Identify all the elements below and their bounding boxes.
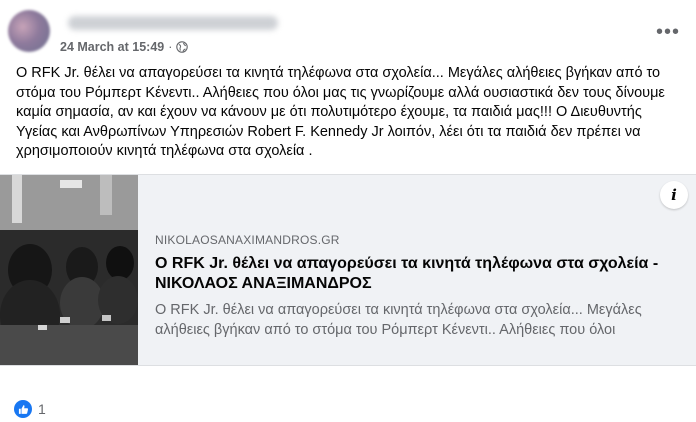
post-timestamp[interactable]: 24 March at 15:49 <box>60 40 164 54</box>
reaction-count[interactable]: 1 <box>38 401 46 417</box>
link-thumbnail[interactable] <box>0 175 138 365</box>
post-header: 24 March at 15:49 · <box>8 10 688 56</box>
link-card-body[interactable]: NIKOLAOSANAXIMANDROS.GR Ο RFK Jr. θέλει … <box>155 233 680 340</box>
reactions-summary[interactable]: 1 <box>14 400 46 418</box>
globe-icon[interactable] <box>176 41 189 53</box>
meta-separator: · <box>168 40 173 54</box>
facebook-post: 24 March at 15:49 · ••• Ο RFK Jr. θέλει … <box>0 0 696 422</box>
link-domain: NIKOLAOSANAXIMANDROS.GR <box>155 233 340 247</box>
more-options-button[interactable]: ••• <box>654 20 682 44</box>
link-description: Ο RFK Jr. θέλει να απαγορεύσει τα κινητά… <box>155 302 642 338</box>
avatar[interactable] <box>8 10 50 52</box>
link-title[interactable]: Ο RFK Jr. θέλει να απαγορεύσει τα κινητά… <box>155 254 680 294</box>
thumbnail-image <box>0 175 138 365</box>
like-icon <box>14 400 32 418</box>
more-options-icon: ••• <box>655 21 680 43</box>
link-preview-card[interactable]: NIKOLAOSANAXIMANDROS.GR Ο RFK Jr. θέλει … <box>0 174 696 366</box>
post-text: Ο RFK Jr. θέλει να απαγορεύσει τα κινητά… <box>16 65 665 159</box>
info-icon: i <box>671 186 677 204</box>
post-meta: 24 March at 15:49 · <box>60 40 189 54</box>
info-button[interactable]: i <box>660 181 688 209</box>
author-name-blurred[interactable] <box>68 16 278 30</box>
